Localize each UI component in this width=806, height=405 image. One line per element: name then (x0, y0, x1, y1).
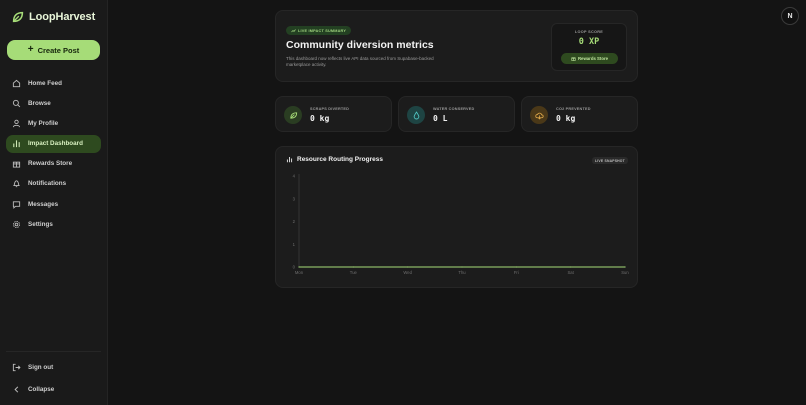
cloud-icon (530, 106, 548, 124)
stat-label: CO2 PREVENTED (556, 107, 591, 111)
sidebar-item-settings[interactable]: Settings (6, 215, 101, 233)
live-impact-badge: LIVE IMPACT SUMMARY (286, 26, 352, 35)
rewards-store-label: Rewards Store (577, 56, 609, 61)
y-tick-label: 3 (293, 196, 296, 201)
stat-card-water: WATER CONSERVED 0 L (398, 96, 515, 132)
sidebar-item-label: Messages (28, 200, 59, 208)
sidebar-item-label: Settings (28, 220, 53, 228)
sidebar: LoopHarvest + Create Post Home Feed Brow… (0, 0, 108, 405)
app-name: LoopHarvest (29, 11, 96, 23)
bar-chart-icon (13, 140, 20, 148)
rewards-store-button[interactable]: Rewards Store (561, 53, 618, 64)
sidebar-item-browse[interactable]: Browse (6, 94, 101, 112)
x-tick-label: Sat (568, 270, 575, 275)
page-title: Community diversion metrics (286, 39, 434, 51)
x-tick-label: Sun (621, 270, 629, 275)
chevron-left-icon (14, 385, 19, 393)
data-point (298, 266, 300, 268)
sidebar-item-label: Rewards Store (28, 160, 73, 168)
y-tick-label: 1 (293, 242, 296, 247)
stat-card-scraps: SCRAPS DIVERTED 0 kg (275, 96, 392, 132)
sidebar-item-messages[interactable]: Messages (6, 195, 101, 213)
user-icon (12, 119, 21, 128)
data-point (570, 266, 572, 268)
sign-out-icon (12, 363, 21, 371)
bell-icon (13, 180, 20, 188)
app-logo[interactable]: LoopHarvest (11, 10, 95, 24)
sidebar-item-my-profile[interactable]: My Profile (6, 114, 101, 132)
sidebar-nav: Home Feed Browse My Profile Impact Dashb… (6, 74, 101, 236)
x-tick-label: Fri (514, 270, 519, 275)
stat-value: 0 L (433, 114, 448, 123)
impact-summary-card: LIVE IMPACT SUMMARY Community diversion … (275, 10, 638, 82)
sidebar-bottom-nav: Sign out Collapse (6, 358, 101, 402)
message-icon (12, 200, 21, 209)
data-point (624, 266, 626, 268)
sidebar-item-label: Home Feed (28, 79, 62, 87)
gift-icon (571, 57, 576, 61)
sidebar-item-home-feed[interactable]: Home Feed (6, 74, 101, 92)
create-post-label: Create Post (37, 45, 80, 55)
stat-value: 0 kg (310, 114, 330, 123)
loop-score-value: 0 XP (578, 37, 600, 47)
sidebar-item-rewards-store[interactable]: Rewards Store (6, 155, 101, 173)
plus-icon: + (27, 44, 34, 55)
collapse-label: Collapse (28, 385, 55, 393)
sidebar-item-label: Browse (28, 99, 51, 107)
trend-icon (291, 28, 296, 32)
x-tick-label: Tue (350, 270, 358, 275)
gift-icon (12, 161, 21, 168)
leaf-logo-icon (12, 11, 24, 23)
page-description: This dashboard now reflects live API dat… (286, 56, 434, 68)
create-post-button[interactable]: + Create Post (7, 40, 100, 60)
sign-out-button[interactable]: Sign out (6, 358, 101, 376)
droplet-icon (407, 106, 425, 124)
y-tick-label: 2 (293, 219, 296, 224)
loop-score-box: LOOP SCORE 0 XP Rewards Store (551, 23, 627, 71)
resource-routing-chart-card: Resource Routing Progress LIVE SNAPSHOT … (275, 146, 638, 288)
data-point (407, 266, 409, 268)
stat-value: 0 kg (556, 114, 576, 123)
data-point (352, 266, 354, 268)
sidebar-item-impact-dashboard[interactable]: Impact Dashboard (6, 134, 101, 153)
y-tick-label: 4 (293, 174, 296, 179)
x-tick-label: Thu (458, 270, 466, 275)
x-tick-label: Mon (295, 270, 304, 275)
sidebar-divider (6, 351, 101, 352)
stat-card-co2: CO2 PREVENTED 0 kg (521, 96, 638, 132)
x-tick-label: Wed (403, 270, 412, 275)
sign-out-label: Sign out (28, 363, 54, 371)
stat-label: WATER CONSERVED (433, 107, 475, 111)
data-point (515, 266, 517, 268)
data-point (461, 266, 463, 268)
gear-icon (12, 220, 21, 228)
collapse-button[interactable]: Collapse (6, 380, 101, 398)
sidebar-item-label: Impact Dashboard (28, 140, 83, 148)
user-avatar[interactable]: N (781, 7, 799, 25)
resource-routing-chart: 0 1 2 3 4 Mon Tue Wed Thu Fri Sat Sun (293, 174, 630, 276)
sidebar-item-label: Notifications (28, 180, 67, 188)
y-tick-label: 0 (293, 265, 296, 270)
home-icon (12, 79, 21, 87)
sidebar-item-label: My Profile (28, 119, 59, 127)
sidebar-item-notifications[interactable]: Notifications (6, 175, 101, 193)
stat-label: SCRAPS DIVERTED (310, 107, 350, 111)
badge-label: LIVE IMPACT SUMMARY (298, 28, 347, 33)
loop-score-label: LOOP SCORE (574, 30, 604, 34)
leaf-icon (284, 106, 302, 124)
search-icon (12, 99, 21, 107)
